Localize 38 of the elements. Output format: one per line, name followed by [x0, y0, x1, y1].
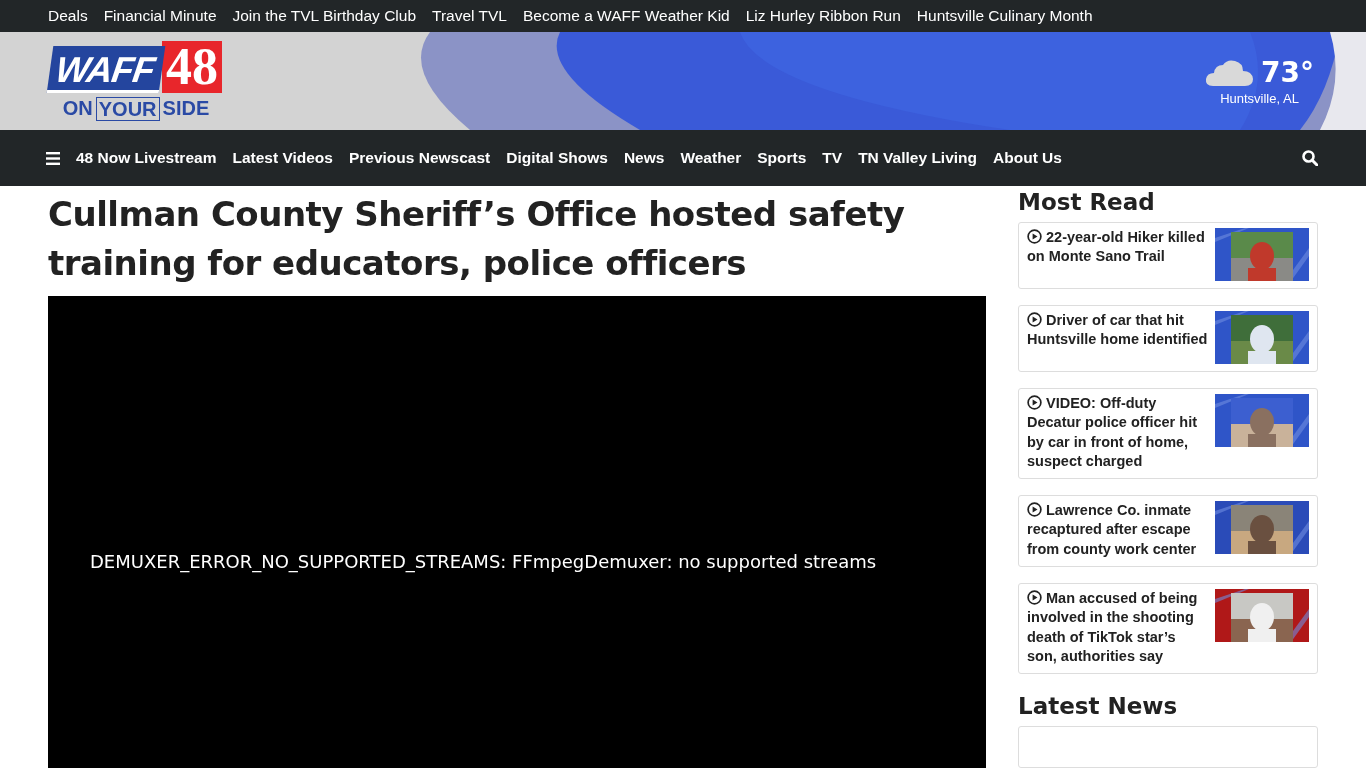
video-player[interactable]: DEMUXER_ERROR_NO_SUPPORTED_STREAMS: FFmpegDemuxer: no supported streams [48, 296, 986, 768]
section-heading: Most Read [1018, 188, 1156, 217]
story-link[interactable]: Driver of car that hit Huntsville home identified [1027, 311, 1209, 350]
nav-link[interactable]: News [623, 149, 665, 167]
nav-link[interactable]: Latest Videos [232, 149, 333, 167]
nav-link[interactable]: About Us [993, 149, 1062, 167]
temperature: 73° [1261, 56, 1314, 89]
video-error-message: DEMUXER_ERROR_NO_SUPPORTED_STREAMS: FFmpegDemuxer: no supported streams [90, 550, 877, 572]
search-icon[interactable] [1302, 150, 1318, 166]
play-icon [1027, 502, 1042, 518]
nav-link[interactable]: Previous Newscast [348, 149, 491, 167]
story-link[interactable]: 22-year-old Hiker killed on Monte Sano Trail [1027, 228, 1209, 267]
section-heading: Latest News [1018, 692, 1179, 722]
play-icon [1027, 229, 1042, 244]
top-link[interactable]: Financial Minute [103, 7, 217, 25]
top-link[interactable]: Join the TVL Birthday Club [232, 7, 417, 25]
story-link[interactable]: Lawrence Co. inmate recaptured after escape from county work center [1027, 501, 1209, 560]
top-link[interactable]: Travel TVL [432, 7, 507, 25]
play-icon [1027, 590, 1042, 606]
cloud-icon [1205, 58, 1256, 87]
top-link[interactable]: Deals [48, 7, 88, 25]
top-link[interactable]: Become a WAFF Weather Kid [523, 7, 730, 25]
menu-icon[interactable] [46, 151, 60, 165]
story-link[interactable]: Man accused of being involved in the shooting death of TikTok star’s son, authorities say [1027, 589, 1209, 667]
nav-link[interactable]: Sports [757, 149, 807, 167]
nav-link[interactable]: 48 Now Livestream [76, 149, 217, 167]
top-link[interactable]: Huntsville Culinary Month [916, 7, 1093, 25]
weather-location: Huntsville, AL [1220, 91, 1299, 106]
nav-link[interactable]: TV [822, 149, 843, 167]
top-link[interactable]: Liz Hurley Ribbon Run [745, 7, 901, 25]
nav-link[interactable]: Weather [680, 149, 742, 167]
nav-link[interactable]: TN Valley Living [858, 149, 978, 167]
article-title: Cullman County Sheriff’s Office hosted safety training for educators, police officers [48, 193, 906, 285]
station-logo[interactable]: WAFF 48 ON YOUR SIDE [50, 41, 222, 121]
play-icon [1027, 395, 1042, 410]
nav-link[interactable]: Digital Shows [506, 149, 608, 167]
play-icon [1027, 312, 1042, 327]
story-link[interactable]: VIDEO: Off-duty Decatur police officer hit by car in front of home, suspect charged [1027, 394, 1209, 472]
